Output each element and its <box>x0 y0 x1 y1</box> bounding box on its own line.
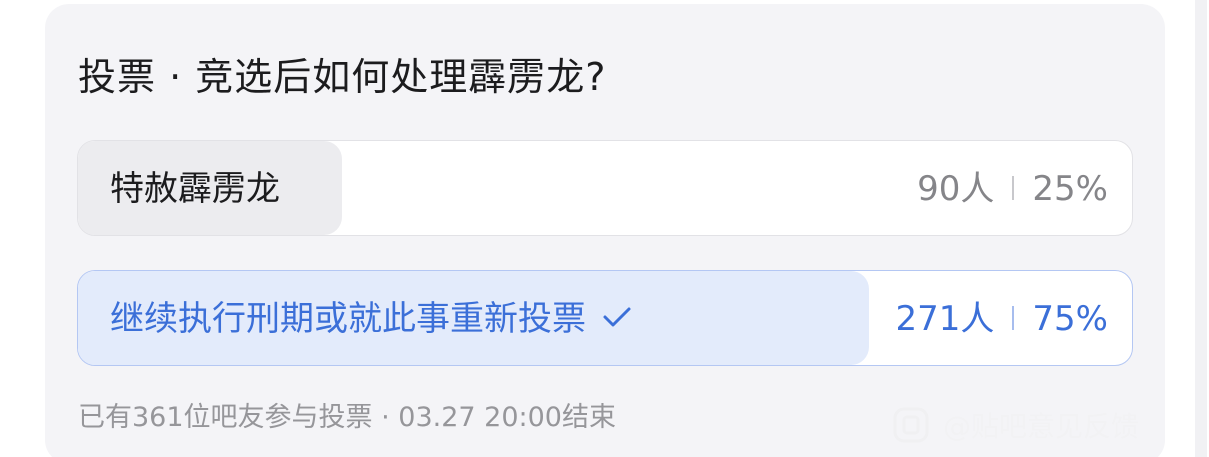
option-label: 特赦霹雳龙 <box>110 169 280 209</box>
scrollbar[interactable] <box>1195 0 1207 457</box>
option-vote-percent: 75% <box>1032 299 1108 339</box>
option-vote-percent: 25% <box>1032 169 1108 209</box>
option-vote-count: 271人 <box>895 299 995 339</box>
checkmark-icon <box>602 271 632 365</box>
stats-divider <box>1012 305 1015 330</box>
stats-divider <box>1012 175 1015 200</box>
poll-option-continue-sentence[interactable]: 继续执行刑期或就此事重新投票 271人 75% <box>77 270 1133 366</box>
option-label: 继续执行刑期或就此事重新投票 <box>110 271 632 365</box>
poll-option-pardon[interactable]: 特赦霹雳龙 90人 25% <box>77 140 1133 236</box>
poll-footer: 已有361位吧友参与投票 · 03.27 20:00结束 <box>78 402 616 433</box>
option-vote-count: 90人 <box>917 169 995 209</box>
option-stats: 90人 25% <box>917 141 1108 235</box>
tieba-logo-icon <box>893 407 929 443</box>
option-stats: 271人 75% <box>895 271 1108 365</box>
watermark-text: @贴吧意见反馈 <box>943 410 1140 443</box>
poll-screen: 投票 · 竞选后如何处理霹雳龙? 特赦霹雳龙 90人 25% 继续执行刑期或就此事… <box>0 0 1209 457</box>
watermark: @贴吧意见反馈 <box>893 405 1139 445</box>
poll-title: 投票 · 竞选后如何处理霹雳龙? <box>78 55 607 99</box>
